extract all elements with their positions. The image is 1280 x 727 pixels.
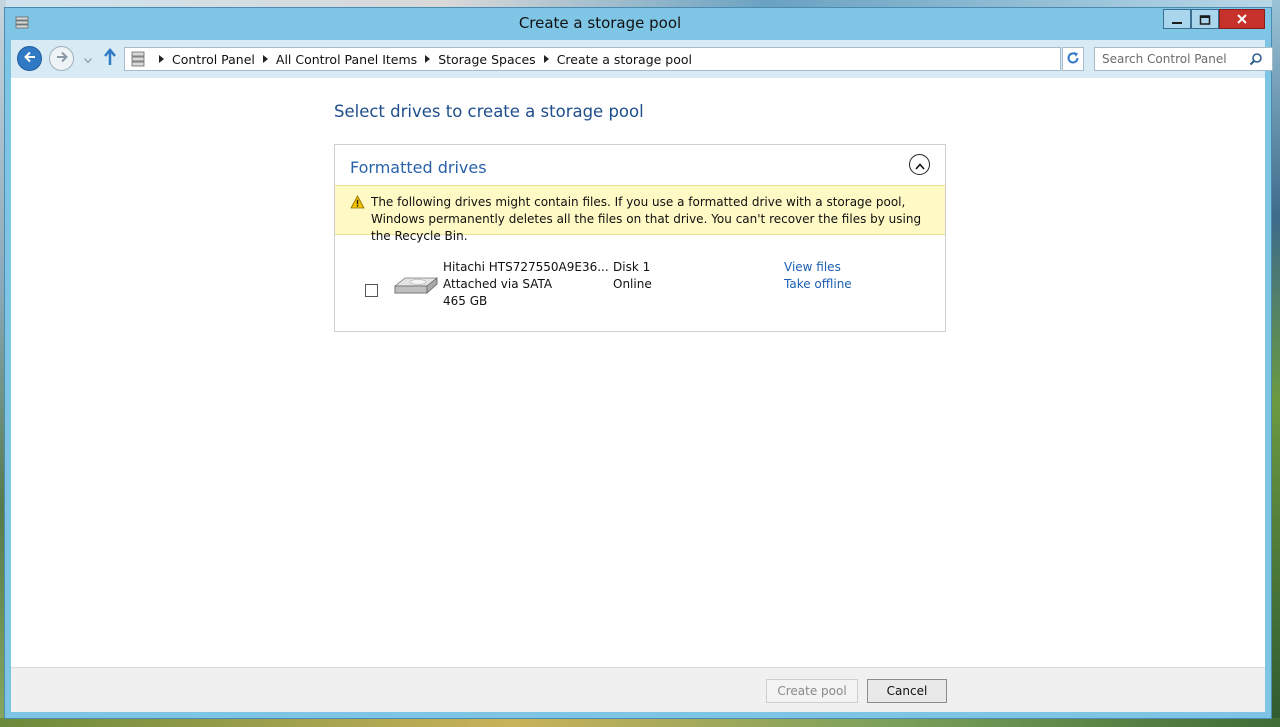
chevron-up-circle-icon	[914, 155, 925, 174]
collapse-button[interactable]	[909, 154, 930, 175]
search-box	[1094, 47, 1273, 71]
drive-actions: View files Take offline	[784, 259, 852, 293]
drive-checkbox[interactable]	[365, 284, 378, 297]
create-pool-button[interactable]: Create pool	[766, 679, 858, 703]
breadcrumb-separator[interactable]	[543, 55, 549, 63]
take-offline-link[interactable]: Take offline	[784, 276, 852, 293]
control-panel-icon	[129, 50, 147, 68]
up-arrow-icon	[103, 48, 117, 70]
breadcrumb-all-control-panel-items[interactable]: All Control Panel Items	[276, 52, 417, 67]
window-title: Create a storage pool	[518, 14, 682, 32]
drive-status-info: Disk 1 Online	[613, 259, 652, 293]
search-icon[interactable]	[1247, 51, 1265, 67]
breadcrumb-separator[interactable]	[159, 55, 164, 63]
close-button[interactable]	[1219, 9, 1265, 29]
back-arrow-icon	[23, 49, 37, 68]
drive-row: Hitachi HTS727550A9E36... Attached via S…	[335, 251, 945, 321]
drive-info: Hitachi HTS727550A9E36... Attached via S…	[443, 259, 609, 310]
breadcrumb-create-storage-pool[interactable]: Create a storage pool	[557, 52, 692, 67]
breadcrumb-separator[interactable]	[262, 55, 268, 63]
warning-banner: The following drives might contain files…	[335, 185, 945, 243]
search-input[interactable]	[1095, 48, 1252, 70]
minimize-icon	[1171, 10, 1183, 29]
cancel-button[interactable]: Cancel	[867, 679, 947, 703]
navigation-bar: Control Panel All Control Panel Items St…	[11, 40, 1273, 78]
footer-bar: Create pool Cancel	[11, 667, 1265, 712]
up-button[interactable]	[102, 48, 118, 70]
desktop-background-bottom	[0, 718, 1280, 727]
forward-button[interactable]	[49, 46, 74, 71]
drive-status: Online	[613, 277, 652, 291]
drive-disk-number: Disk 1	[613, 260, 651, 274]
refresh-icon	[1066, 50, 1080, 69]
chevron-down-icon	[84, 49, 92, 68]
maximize-icon	[1199, 10, 1211, 29]
desktop-background-top	[0, 0, 1280, 8]
view-files-link[interactable]: View files	[784, 259, 852, 276]
drive-size: 465 GB	[443, 294, 488, 308]
drive-name: Hitachi HTS727550A9E36...	[443, 260, 609, 274]
page-title: Select drives to create a storage pool	[334, 102, 644, 121]
storage-pool-window: Create a storage pool Control Panel All …	[5, 8, 1273, 718]
breadcrumb-separator[interactable]	[425, 55, 431, 63]
breadcrumb: Control Panel All Control Panel Items St…	[151, 48, 692, 70]
warning-text: The following drives might contain files…	[371, 195, 922, 243]
refresh-button[interactable]	[1062, 47, 1084, 71]
maximize-button[interactable]	[1191, 9, 1219, 29]
desktop-background-right	[1272, 0, 1280, 727]
warning-icon	[350, 194, 365, 209]
close-icon	[1236, 10, 1248, 29]
formatted-drives-group: Formatted drives The following drives mi…	[334, 144, 946, 332]
back-button[interactable]	[17, 46, 42, 71]
breadcrumb-control-panel[interactable]: Control Panel	[172, 52, 255, 67]
group-title: Formatted drives	[350, 158, 487, 177]
content-area: Select drives to create a storage pool F…	[11, 78, 1265, 667]
recent-locations-button[interactable]	[83, 53, 93, 63]
drive-connection: Attached via SATA	[443, 277, 553, 291]
minimize-button[interactable]	[1163, 9, 1191, 29]
title-bar[interactable]: Create a storage pool	[5, 8, 1271, 40]
hard-drive-icon	[391, 273, 439, 303]
forward-arrow-icon	[55, 49, 69, 68]
address-bar[interactable]: Control Panel All Control Panel Items St…	[124, 47, 1166, 71]
breadcrumb-storage-spaces[interactable]: Storage Spaces	[438, 52, 536, 67]
